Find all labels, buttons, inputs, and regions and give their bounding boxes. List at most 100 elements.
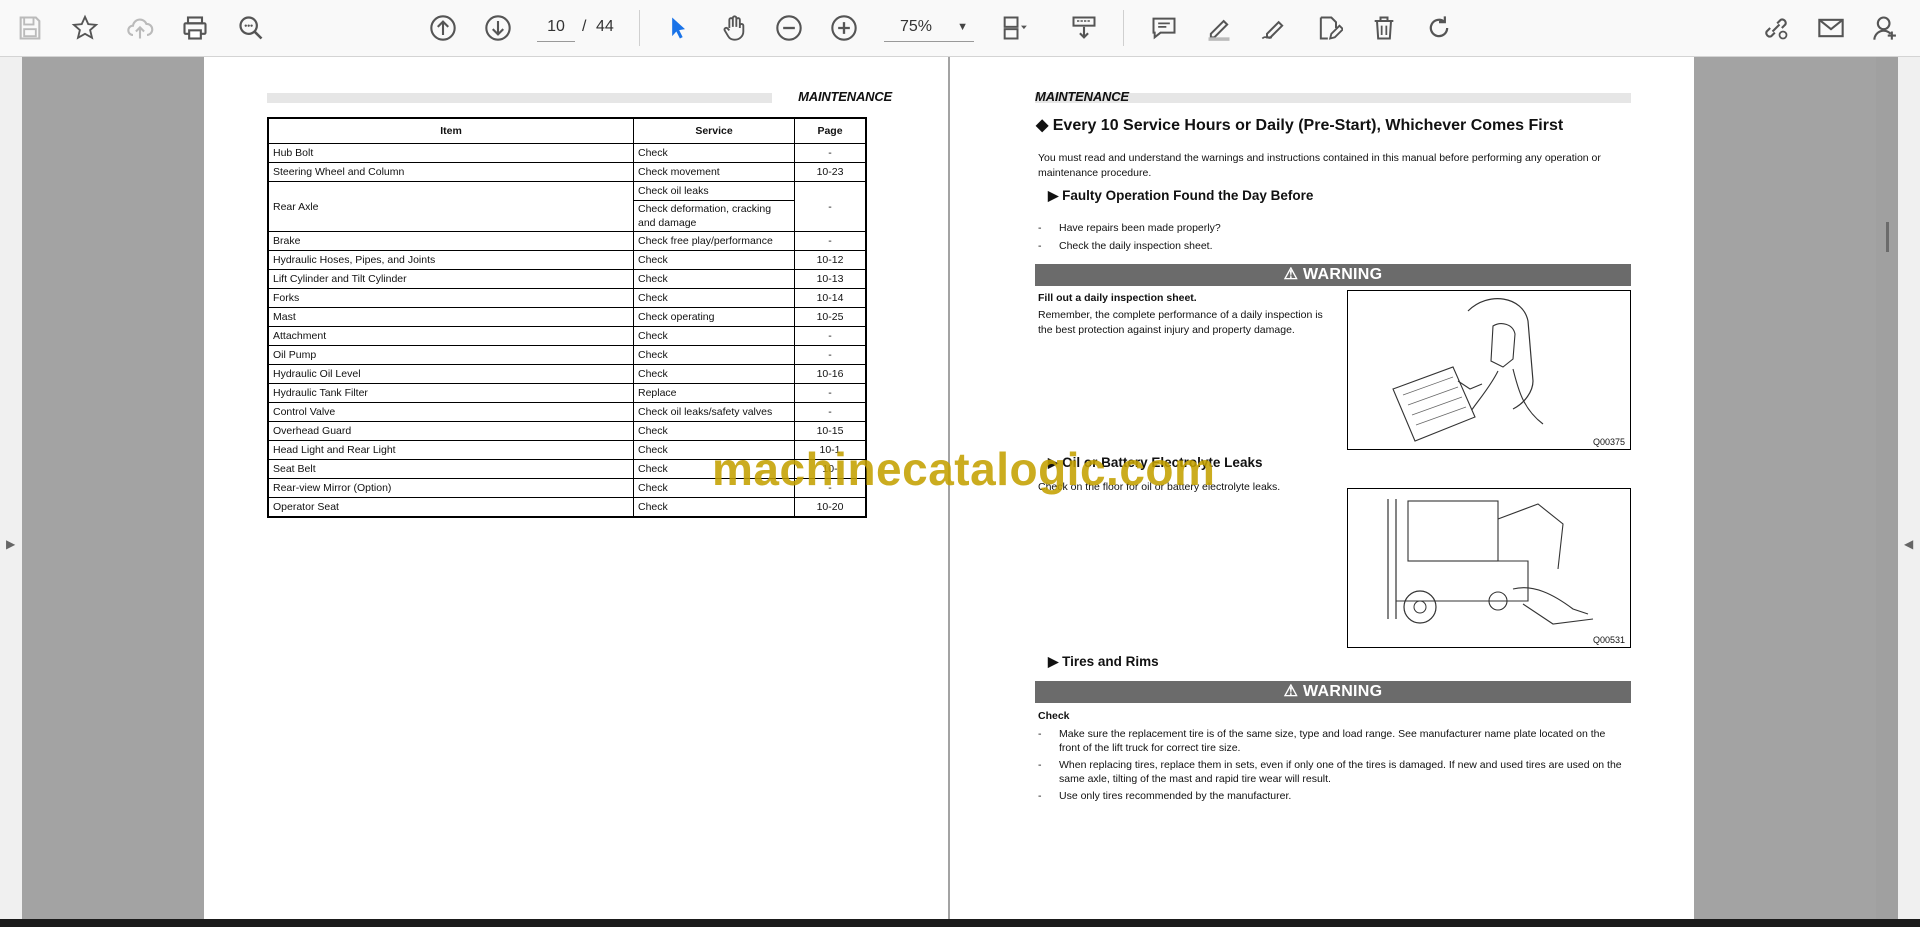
cell-service: Check bbox=[633, 288, 795, 308]
expand-left-icon: ◀ bbox=[6, 537, 16, 551]
column-header-service: Service bbox=[633, 117, 795, 144]
cell-service: Check bbox=[633, 269, 795, 289]
expand-right-icon: ◀ bbox=[1904, 537, 1914, 551]
chevron-down-icon: ▼ bbox=[957, 21, 968, 33]
draw-signature-icon[interactable] bbox=[1256, 10, 1292, 46]
table-row: Rear Axle Check oil leaks - bbox=[267, 181, 867, 232]
scroll-mode-icon[interactable] bbox=[1066, 10, 1102, 46]
warning-banner: ⚠ WARNING bbox=[1035, 264, 1631, 286]
cell-page: 10-16 bbox=[794, 364, 867, 384]
cell-page: 10-23 bbox=[794, 162, 867, 182]
cell-service: Replace bbox=[633, 383, 795, 403]
save-icon[interactable] bbox=[12, 10, 48, 46]
table-row: Brake Check free play/performance - bbox=[267, 231, 867, 251]
cell-item: Attachment bbox=[267, 326, 634, 346]
cell-item: Hub Bolt bbox=[267, 143, 634, 163]
cell-service: Check bbox=[633, 345, 795, 365]
cell-page: 10-15 bbox=[794, 421, 867, 441]
cell-item: Hydraulic Hoses, Pipes, and Joints bbox=[267, 250, 634, 270]
table-row: Overhead Guard Check 10-15 bbox=[267, 421, 867, 441]
cell-service: Check free play/performance bbox=[633, 231, 795, 251]
list-item-text: When replacing tires, replace them in se… bbox=[1059, 759, 1622, 785]
zoom-value: 75% bbox=[900, 18, 933, 35]
column-header-item: Item bbox=[267, 117, 634, 144]
cloud-upload-icon[interactable] bbox=[122, 10, 158, 46]
cell-page: 10-20 bbox=[794, 497, 867, 518]
list-item-text: Use only tires recommended by the manufa… bbox=[1059, 790, 1292, 802]
cell-item: Seat Belt bbox=[267, 459, 634, 479]
next-page-icon[interactable] bbox=[480, 10, 516, 46]
table-row: Hydraulic Hoses, Pipes, and Joints Check 1… bbox=[267, 250, 867, 270]
cell-item: Rear Axle bbox=[267, 181, 634, 232]
bookmark-star-icon[interactable] bbox=[67, 10, 103, 46]
scrollbar-thumb[interactable] bbox=[1886, 222, 1889, 252]
cell-service: Check oil leaks/safety valves bbox=[633, 402, 795, 422]
zoom-search-icon[interactable] bbox=[233, 10, 269, 46]
user-account-icon[interactable] bbox=[1868, 10, 1904, 46]
intro-paragraph: You must read and understand the warning… bbox=[1038, 152, 1601, 179]
comment-icon[interactable] bbox=[1146, 10, 1182, 46]
cell-page: - bbox=[794, 345, 867, 365]
figure-code: Q00531 bbox=[1592, 635, 1625, 645]
cell-item: Hydraulic Oil Level bbox=[267, 364, 634, 384]
print-icon[interactable] bbox=[177, 10, 213, 46]
cell-item: Oil Pump bbox=[267, 345, 634, 365]
cell-service: Check oil leaks bbox=[633, 181, 795, 201]
subheading-faulty-operation: ▶ Faulty Operation Found the Day Before bbox=[1048, 188, 1314, 203]
right-panel-toggle[interactable]: ◀ bbox=[1898, 57, 1920, 919]
email-icon[interactable] bbox=[1813, 10, 1849, 46]
table-row: Hub Bolt Check - bbox=[267, 143, 867, 163]
watermark: machinecatalogic.com bbox=[712, 443, 1216, 495]
zoom-out-icon[interactable] bbox=[771, 10, 807, 46]
cell-item: Steering Wheel and Column bbox=[267, 162, 634, 182]
cell-service: Check bbox=[633, 497, 795, 518]
table-row: Forks Check 10-14 bbox=[267, 288, 867, 308]
column-header-page: Page bbox=[794, 117, 867, 144]
cell-item: Rear-view Mirror (Option) bbox=[267, 478, 634, 498]
page-header: MAINTENANCE bbox=[798, 89, 892, 104]
edit-document-icon[interactable] bbox=[1311, 10, 1347, 46]
toolbar: 10 / 44 75% ▼ bbox=[0, 0, 1920, 57]
cell-page: 10-25 bbox=[794, 307, 867, 327]
hand-tool-icon[interactable] bbox=[716, 10, 752, 46]
cell-item: Head Light and Rear Light bbox=[267, 440, 634, 460]
bullet-dash: - bbox=[1038, 790, 1042, 802]
header-rule bbox=[267, 93, 772, 103]
cell-page: - bbox=[794, 383, 867, 403]
subheading-tires-rims: ▶ Tires and Rims bbox=[1048, 654, 1159, 669]
select-cursor-icon[interactable] bbox=[660, 10, 696, 46]
cell-page: - bbox=[794, 181, 867, 232]
page-separator: / bbox=[582, 18, 587, 35]
warning-text: Remember, the complete performance of a … bbox=[1038, 309, 1323, 336]
zoom-dropdown[interactable]: 75% ▼ bbox=[884, 13, 974, 42]
cell-page: 10-12 bbox=[794, 250, 867, 270]
bullet-dash: - bbox=[1038, 240, 1042, 252]
figure-code: Q00375 bbox=[1592, 437, 1625, 447]
table-row: Mast Check operating 10-25 bbox=[267, 307, 867, 327]
zoom-in-icon[interactable] bbox=[826, 10, 862, 46]
table-row: Control Valve Check oil leaks/safety valv… bbox=[267, 402, 867, 422]
warning-bold-text: Fill out a daily inspection sheet. bbox=[1038, 292, 1197, 304]
table-header-row: Item Service Page bbox=[267, 117, 867, 144]
section-title: ◆ Every 10 Service Hours or Daily (Pre-S… bbox=[1036, 117, 1564, 134]
cell-service: Check deformation, cracking and damage bbox=[633, 200, 795, 232]
delete-trash-icon[interactable] bbox=[1366, 10, 1402, 46]
list-item-text: Have repairs been made properly? bbox=[1059, 222, 1221, 234]
list-item-text: Make sure the replacement tire is of the… bbox=[1059, 728, 1606, 754]
cell-item: Control Valve bbox=[267, 402, 634, 422]
bullet-dash: - bbox=[1038, 728, 1042, 740]
page-display-icon[interactable] bbox=[996, 10, 1032, 46]
previous-page-icon[interactable] bbox=[425, 10, 461, 46]
share-link-icon[interactable] bbox=[1758, 10, 1794, 46]
highlight-pen-icon[interactable] bbox=[1201, 10, 1237, 46]
table-row: Lift Cylinder and Tilt Cylinder Check 10-1… bbox=[267, 269, 867, 289]
page-number-input[interactable]: 10 bbox=[537, 13, 575, 42]
left-panel-toggle[interactable]: ◀ bbox=[0, 57, 22, 919]
cell-service: Check movement bbox=[633, 162, 795, 182]
cell-item: Forks bbox=[267, 288, 634, 308]
redo-rotate-icon[interactable] bbox=[1421, 10, 1457, 46]
cell-item: Brake bbox=[267, 231, 634, 251]
worker-inspection-illustration bbox=[1392, 298, 1544, 442]
cell-item: Mast bbox=[267, 307, 634, 327]
cell-page: - bbox=[794, 402, 867, 422]
